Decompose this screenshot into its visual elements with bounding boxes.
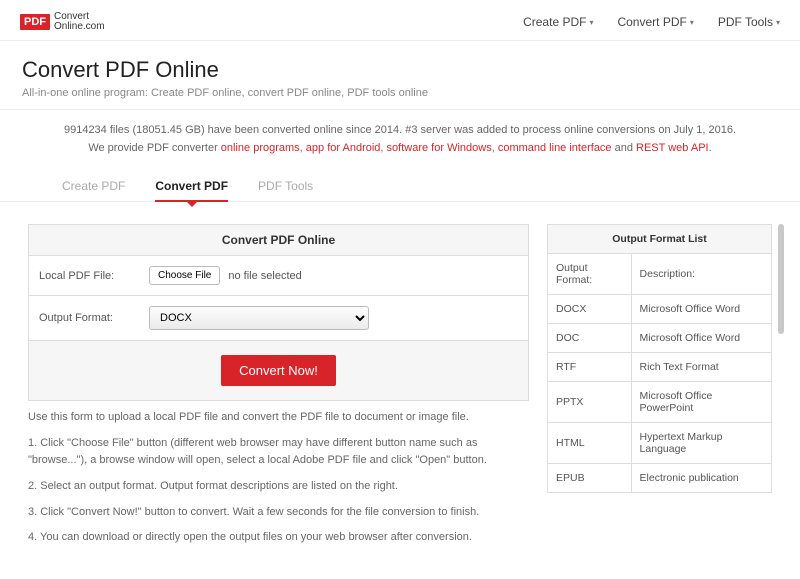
file-label: Local PDF File: [39, 270, 149, 282]
instr-intro: Use this form to upload a local PDF file… [28, 409, 529, 427]
format-label: Output Format: [39, 312, 149, 324]
output-format-table: Output Format List Output Format: Descri… [547, 224, 772, 493]
hero-section: Convert PDF Online All-in-one online pro… [0, 41, 800, 110]
instr-step3: 3. Click "Convert Now!" button to conver… [28, 504, 529, 522]
table-row: HTMLHypertext Markup Language [548, 423, 772, 464]
format-row: Output Format: DOCX [29, 296, 528, 341]
info-provide: We provide PDF converter [88, 142, 220, 154]
page-subtitle: All-in-one online program: Create PDF on… [22, 87, 778, 99]
top-bar: PDF Convert Online.com Create PDF ▾ Conv… [0, 0, 800, 41]
file-status-text: no file selected [228, 270, 301, 282]
instr-step2: 2. Select an output format. Output forma… [28, 478, 529, 496]
chevron-down-icon: ▾ [589, 18, 593, 27]
fmt-table-head: Output Format List [548, 225, 772, 254]
info-line1: 9914234 files (18051.45 GB) have been co… [40, 122, 760, 140]
nav-pdf-tools[interactable]: PDF Tools ▾ [718, 15, 780, 29]
file-row: Local PDF File: Choose File no file sele… [29, 256, 528, 296]
table-row: DOCXMicrosoft Office Word [548, 295, 772, 324]
link-windows[interactable]: software for Windows [387, 142, 492, 154]
left-column: Convert PDF Online Local PDF File: Choos… [28, 224, 529, 555]
nav-convert-label: Convert PDF [617, 15, 686, 29]
tab-create-pdf[interactable]: Create PDF [62, 173, 125, 201]
link-app-android[interactable]: app for Android [306, 142, 381, 154]
logo-text: Convert Online.com [54, 12, 105, 32]
table-row: DOCMicrosoft Office Word [548, 324, 772, 353]
scrollbar-thumb[interactable] [778, 224, 784, 334]
main-content: Convert PDF Online Local PDF File: Choos… [0, 202, 800, 555]
table-row: EPUBElectronic publication [548, 464, 772, 493]
convert-panel-head: Convert PDF Online [29, 225, 528, 256]
page-title: Convert PDF Online [22, 57, 778, 83]
info-line2: We provide PDF converter online programs… [40, 140, 760, 158]
nav-create-label: Create PDF [523, 15, 586, 29]
choose-file-button[interactable]: Choose File [149, 266, 220, 285]
convert-now-button[interactable]: Convert Now! [221, 355, 336, 386]
chevron-down-icon: ▾ [776, 18, 780, 27]
link-cli[interactable]: command line interface [498, 142, 612, 154]
info-banner: 9914234 files (18051.45 GB) have been co… [0, 110, 800, 163]
tab-convert-pdf[interactable]: Convert PDF [155, 173, 228, 201]
table-row: RTFRich Text Format [548, 353, 772, 382]
instructions: Use this form to upload a local PDF file… [28, 409, 529, 547]
fmt-h1: Output Format: [548, 254, 632, 295]
site-logo[interactable]: PDF Convert Online.com [20, 12, 105, 32]
logo-line2: Online.com [54, 22, 105, 32]
top-nav: Create PDF ▾ Convert PDF ▾ PDF Tools ▾ [523, 15, 780, 29]
submit-row: Convert Now! [29, 341, 528, 400]
tab-bar: Create PDF Convert PDF PDF Tools [0, 167, 800, 202]
convert-panel: Convert PDF Online Local PDF File: Choos… [28, 224, 529, 401]
table-row: PPTXMicrosoft Office PowerPoint [548, 382, 772, 423]
link-online-programs[interactable]: online programs [221, 142, 300, 154]
tab-pdf-tools[interactable]: PDF Tools [258, 173, 313, 201]
nav-create-pdf[interactable]: Create PDF ▾ [523, 15, 593, 29]
nav-tools-label: PDF Tools [718, 15, 773, 29]
scrollbar[interactable] [778, 224, 784, 555]
nav-convert-pdf[interactable]: Convert PDF ▾ [617, 15, 693, 29]
instr-step4: 4. You can download or directly open the… [28, 529, 529, 547]
instr-step1: 1. Click "Choose File" button (different… [28, 435, 529, 470]
chevron-down-icon: ▾ [690, 18, 694, 27]
output-format-select[interactable]: DOCX [149, 306, 369, 330]
right-column: Output Format List Output Format: Descri… [547, 224, 772, 555]
fmt-h2: Description: [631, 254, 771, 295]
link-rest-api[interactable]: REST web API [636, 142, 709, 154]
logo-badge: PDF [20, 14, 50, 30]
